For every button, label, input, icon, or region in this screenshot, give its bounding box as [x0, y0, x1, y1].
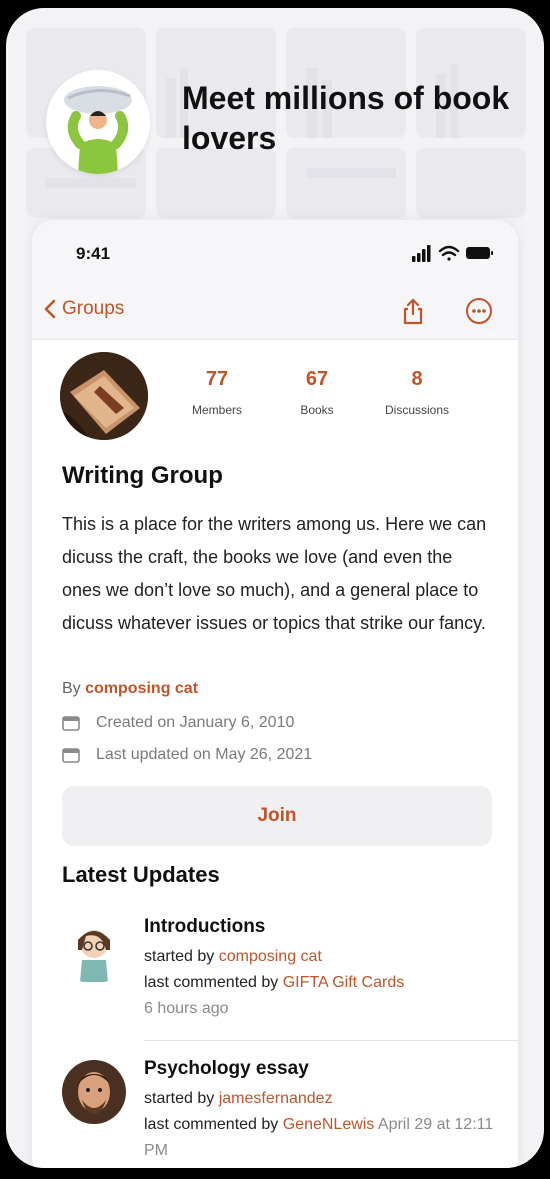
promo-banner: Meet millions of book lovers — [6, 8, 544, 228]
calendar-icon — [62, 747, 80, 763]
update-topic[interactable]: Introductions — [144, 914, 504, 940]
status-bar: 9:41 — [32, 220, 518, 282]
stat-value: 77 — [205, 368, 229, 390]
started-by-link[interactable]: jamesfernandez — [219, 1090, 333, 1107]
phone-screen: 9:41 Groups 77 Members 67 Books 8 Discus… — [32, 220, 518, 1168]
navigation-bar: Groups — [32, 282, 518, 340]
started-prefix: started by — [144, 948, 215, 965]
stat-value: 8 — [411, 368, 423, 390]
started-prefix: started by — [144, 1090, 215, 1107]
started-line: started by composing cat — [144, 944, 504, 970]
stat-discussions[interactable]: 8 Discussions — [372, 368, 462, 417]
app-store-screenshot-frame: Meet millions of book lovers 9:41 Groups… — [6, 8, 544, 1168]
promo-headline: Meet millions of book lovers — [182, 80, 510, 156]
commented-prefix: last commented by — [144, 1116, 279, 1133]
stat-members[interactable]: 77 Members — [172, 368, 262, 417]
stat-label: Members — [191, 403, 242, 417]
share-icon[interactable] — [398, 296, 428, 326]
group-byline: By composing cat — [62, 680, 198, 698]
created-date-row: Created on January 6, 2010 — [62, 714, 294, 732]
chevron-left-icon — [44, 299, 56, 319]
avatar — [62, 920, 126, 984]
avatar — [62, 1060, 126, 1124]
commented-line: last commented by GeneNLewis April 29 at… — [144, 1112, 504, 1164]
group-avatar — [60, 352, 148, 440]
group-title: Writing Group — [62, 462, 223, 489]
started-line: started by jamesfernandez — [144, 1086, 504, 1112]
wifi-icon — [438, 245, 460, 261]
updated-date-row: Last updated on May 26, 2021 — [62, 746, 312, 764]
update-topic[interactable]: Psychology essay — [144, 1056, 504, 1082]
commented-prefix: last commented by — [144, 974, 279, 991]
author-link[interactable]: composing cat — [85, 680, 198, 697]
signal-icon — [412, 245, 431, 262]
latest-updates-heading: Latest Updates — [62, 862, 220, 887]
join-button[interactable]: Join — [62, 786, 492, 846]
back-label: Groups — [62, 298, 125, 319]
updated-date: Last updated on May 26, 2021 — [96, 746, 313, 763]
commented-by-link[interactable]: GeneNLewis — [283, 1116, 375, 1133]
group-description: This is a place for the writers among us… — [62, 514, 487, 633]
stat-value: 67 — [305, 368, 329, 390]
stat-label: Discussions — [384, 403, 450, 417]
reader-illustration — [46, 70, 150, 174]
update-time: 6 hours ago — [144, 1000, 229, 1017]
divider — [144, 1040, 518, 1041]
status-time: 9:41 — [76, 244, 111, 263]
started-by-link[interactable]: composing cat — [219, 948, 322, 965]
byline-prefix: By — [62, 680, 81, 697]
commented-by-link[interactable]: GIFTA Gift Cards — [283, 974, 405, 991]
more-icon[interactable] — [464, 296, 494, 326]
status-icons — [412, 245, 493, 262]
calendar-icon — [62, 715, 80, 731]
update-body: Introductions started by composing cat l… — [144, 914, 504, 1022]
stat-books[interactable]: 67 Books — [272, 368, 362, 417]
commented-line: last commented by GIFTA Gift Cards — [144, 970, 504, 996]
group-stats: 77 Members 67 Books 8 Discussions — [172, 368, 462, 417]
back-button[interactable]: Groups — [44, 298, 124, 320]
update-body: Psychology essay started by jamesfernand… — [144, 1056, 504, 1164]
stat-label: Books — [300, 403, 334, 417]
created-date: Created on January 6, 2010 — [96, 714, 295, 731]
battery-icon — [466, 247, 493, 259]
